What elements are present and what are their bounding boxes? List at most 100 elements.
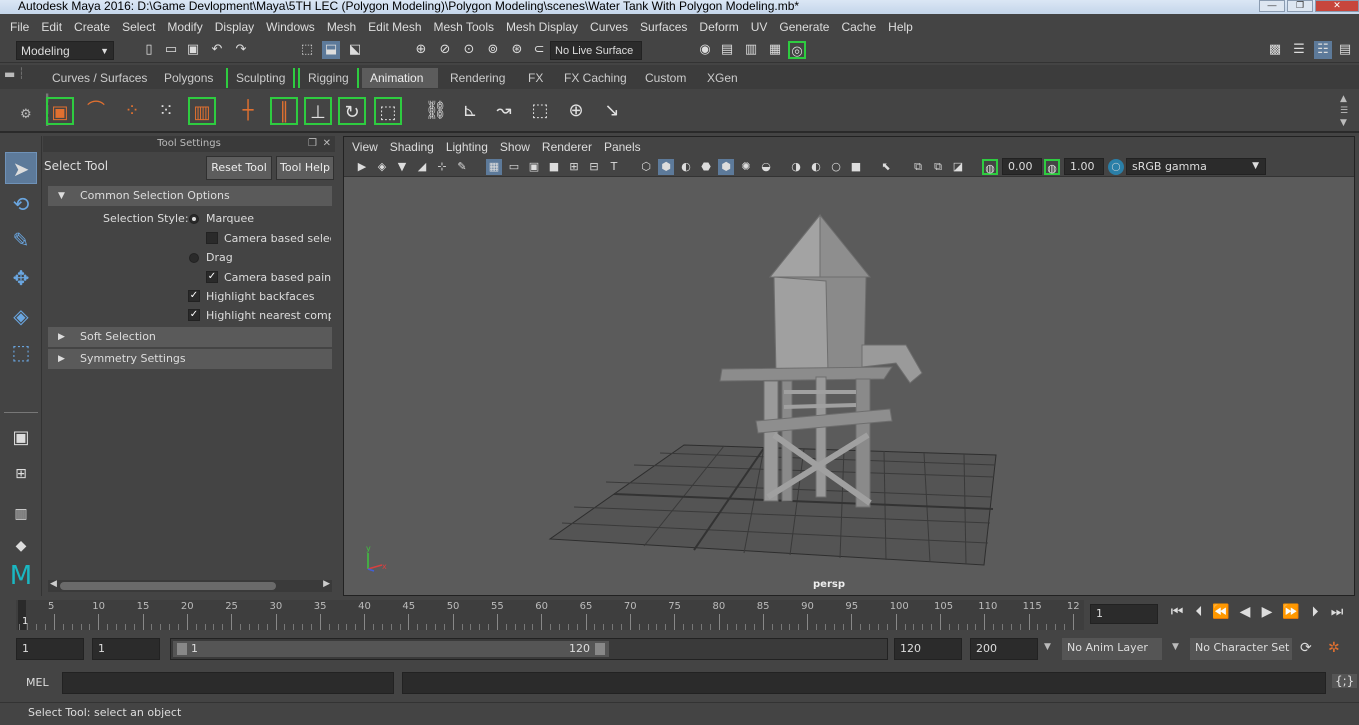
soft-selection-frame[interactable]: ▶ Soft Selection — [48, 327, 332, 347]
shelf-menu-icon[interactable]: ▬ — [4, 67, 15, 81]
time-slider[interactable]: 1 5 10 15 20 25 30 35 40 45 50 55 60 65 70 75 80 85 90 95 1… — [0, 598, 1359, 634]
shelf-tab-custom[interactable]: Custom — [637, 68, 694, 88]
orient-constraint-icon[interactable]: ↻ — [338, 97, 366, 125]
use-all-lights-icon[interactable]: ✺ — [738, 159, 754, 175]
resolution-gate-icon[interactable]: ▣ — [526, 159, 542, 175]
go-to-end-icon[interactable]: ⏭ — [1328, 604, 1346, 620]
menu-display[interactable]: Display — [209, 20, 260, 34]
step-back-frame-icon[interactable]: ⏴ — [1190, 604, 1208, 620]
menu-mesh[interactable]: Mesh — [321, 20, 362, 34]
float-panel-icon[interactable]: ❐ — [308, 136, 317, 152]
ipr-render-icon[interactable]: ▥ — [742, 41, 760, 59]
current-frame-field[interactable]: 1 — [1090, 604, 1158, 624]
two-d-pan-zoom-icon[interactable]: ⊹ — [434, 159, 450, 175]
reset-tool-button[interactable]: Reset Tool — [206, 156, 272, 180]
shelf-tab-fx[interactable]: FX — [520, 68, 551, 88]
horizontal-scrollbar[interactable]: ◀ ▶ — [48, 579, 332, 592]
persp-outliner-layout-icon[interactable]: ▥ — [5, 498, 37, 530]
scroll-right-icon[interactable]: ▶ — [323, 579, 330, 589]
menu-mesh-display[interactable]: Mesh Display — [500, 20, 584, 34]
snap-grid-icon[interactable]: ⊕ — [412, 41, 430, 59]
close-button[interactable]: ✕ — [1315, 0, 1359, 12]
maximize-button[interactable]: ❐ — [1287, 0, 1313, 12]
grid-icon[interactable]: ▦ — [486, 159, 502, 175]
safe-action-icon[interactable]: ⊟ — [586, 159, 602, 175]
safe-title-icon[interactable]: T — [606, 159, 622, 175]
anti-aliasing-icon[interactable]: ○ — [828, 159, 844, 175]
tool-settings-toggle-icon[interactable]: ☷ — [1314, 41, 1332, 59]
wireframe-on-shaded-icon[interactable]: ⬣ — [698, 159, 714, 175]
set-key-icon[interactable]: ▥ — [188, 97, 216, 125]
common-selection-options-frame[interactable]: ▼ Common Selection Options — [48, 186, 332, 206]
ik-handle-icon[interactable]: ┼ — [234, 97, 262, 125]
new-scene-icon[interactable]: ▯ — [140, 41, 158, 59]
scene-start-field[interactable]: 1 — [16, 638, 84, 660]
chevron-down-icon[interactable]: ▼ — [1044, 642, 1051, 652]
joint-tool-icon[interactable]: ║ — [270, 97, 298, 125]
select-component-icon[interactable]: ⬕ — [346, 41, 364, 59]
viewport-menu-view[interactable]: View — [346, 140, 384, 154]
single-perspective-layout-icon[interactable]: ▣ — [5, 422, 37, 454]
step-forward-frame-icon[interactable]: ⏵ — [1306, 604, 1324, 620]
motion-blur-icon[interactable]: ◐ — [808, 159, 824, 175]
range-slider-bar[interactable] — [173, 641, 609, 657]
command-input[interactable] — [62, 672, 394, 694]
anim-layer-dropdown[interactable]: No Anim Layer — [1062, 638, 1162, 660]
magnet-icon[interactable]: ⊂ — [530, 41, 548, 59]
undo-icon[interactable]: ↶ — [208, 41, 226, 59]
ghost-icon[interactable]: ⁘ — [118, 97, 146, 125]
menu-windows[interactable]: Windows — [260, 20, 321, 34]
viewport-menu-renderer[interactable]: Renderer — [536, 140, 598, 154]
blend-shape-icon[interactable]: ↘ — [598, 97, 626, 125]
textured-icon[interactable]: ⬢ — [718, 159, 734, 175]
channel-box-icon[interactable]: ☰ — [1290, 41, 1308, 59]
viewport-menu-panels[interactable]: Panels — [598, 140, 647, 154]
highlight-backfaces-checkbox[interactable]: ✓ — [188, 290, 200, 302]
menu-surfaces[interactable]: Surfaces — [634, 20, 693, 34]
menu-create[interactable]: Create — [68, 20, 116, 34]
bookmark-icon[interactable]: ▼ — [394, 159, 410, 175]
symmetry-settings-frame[interactable]: ▶ Symmetry Settings — [48, 349, 332, 369]
move-tool-icon[interactable]: ✥ — [5, 262, 37, 294]
snap-curve-icon[interactable]: ⊘ — [436, 41, 454, 59]
play-forwards-icon[interactable]: ▶ — [1258, 604, 1276, 620]
isolate-select-icon[interactable]: ⬉ — [878, 159, 894, 175]
field-chart-icon[interactable]: ⊞ — [566, 159, 582, 175]
rotate-tool-icon[interactable]: ◈ — [5, 300, 37, 332]
select-tool-icon[interactable]: ➤ — [5, 152, 37, 184]
menu-help[interactable]: Help — [882, 20, 919, 34]
menu-file[interactable]: File — [4, 20, 35, 34]
step-back-key-icon[interactable]: ⏪ — [1212, 604, 1230, 620]
step-forward-key-icon[interactable]: ⏩ — [1282, 604, 1300, 620]
playblast-icon[interactable]: ▣ — [46, 97, 74, 125]
camera-select-icon[interactable]: ▶ — [354, 159, 370, 175]
select-object-icon[interactable]: ⬓ — [322, 41, 340, 59]
exposure-icon[interactable]: ◍ — [982, 159, 998, 175]
gamma-field[interactable]: 1.00 — [1064, 158, 1104, 175]
shelf-tab-xgen[interactable]: XGen — [699, 68, 746, 88]
paint-select-tool-icon[interactable]: ✎ — [5, 224, 37, 256]
shadows-icon[interactable]: ◒ — [758, 159, 774, 175]
playback-start-field[interactable]: 1 — [92, 638, 160, 660]
menu-select[interactable]: Select — [116, 20, 161, 34]
hypershade-icon[interactable]: ◎ — [788, 41, 806, 59]
default-lighting-icon[interactable]: ◐ — [678, 159, 694, 175]
scroll-left-icon[interactable]: ◀ — [50, 579, 57, 589]
color-space-dropdown[interactable]: sRGB gamma ▼ — [1126, 158, 1266, 175]
menu-modify[interactable]: Modify — [161, 20, 208, 34]
command-language-label[interactable]: MEL — [26, 676, 49, 689]
perspective-viewport[interactable]: View Shading Lighting Show Renderer Pane… — [343, 136, 1355, 596]
render-view-icon[interactable]: ▦ — [766, 41, 784, 59]
viewport-menu-show[interactable]: Show — [494, 140, 536, 154]
menu-cache[interactable]: Cache — [835, 20, 882, 34]
outliner-icon[interactable]: ◆ — [5, 530, 37, 562]
minimize-button[interactable]: — — [1259, 0, 1285, 12]
scene-end-field[interactable]: 200 — [970, 638, 1038, 660]
film-gate-icon[interactable]: ▭ — [506, 159, 522, 175]
shelf-scroll-icon[interactable]: ▲ ☰ ▼ — [1340, 93, 1348, 129]
open-scene-icon[interactable]: ▭ — [162, 41, 180, 59]
close-panel-icon[interactable]: ✕ — [323, 136, 331, 152]
menu-edit-mesh[interactable]: Edit Mesh — [362, 20, 427, 34]
shelf-tab-curves-surfaces[interactable]: Curves / Surfaces — [44, 68, 155, 88]
menu-mesh-tools[interactable]: Mesh Tools — [428, 20, 500, 34]
